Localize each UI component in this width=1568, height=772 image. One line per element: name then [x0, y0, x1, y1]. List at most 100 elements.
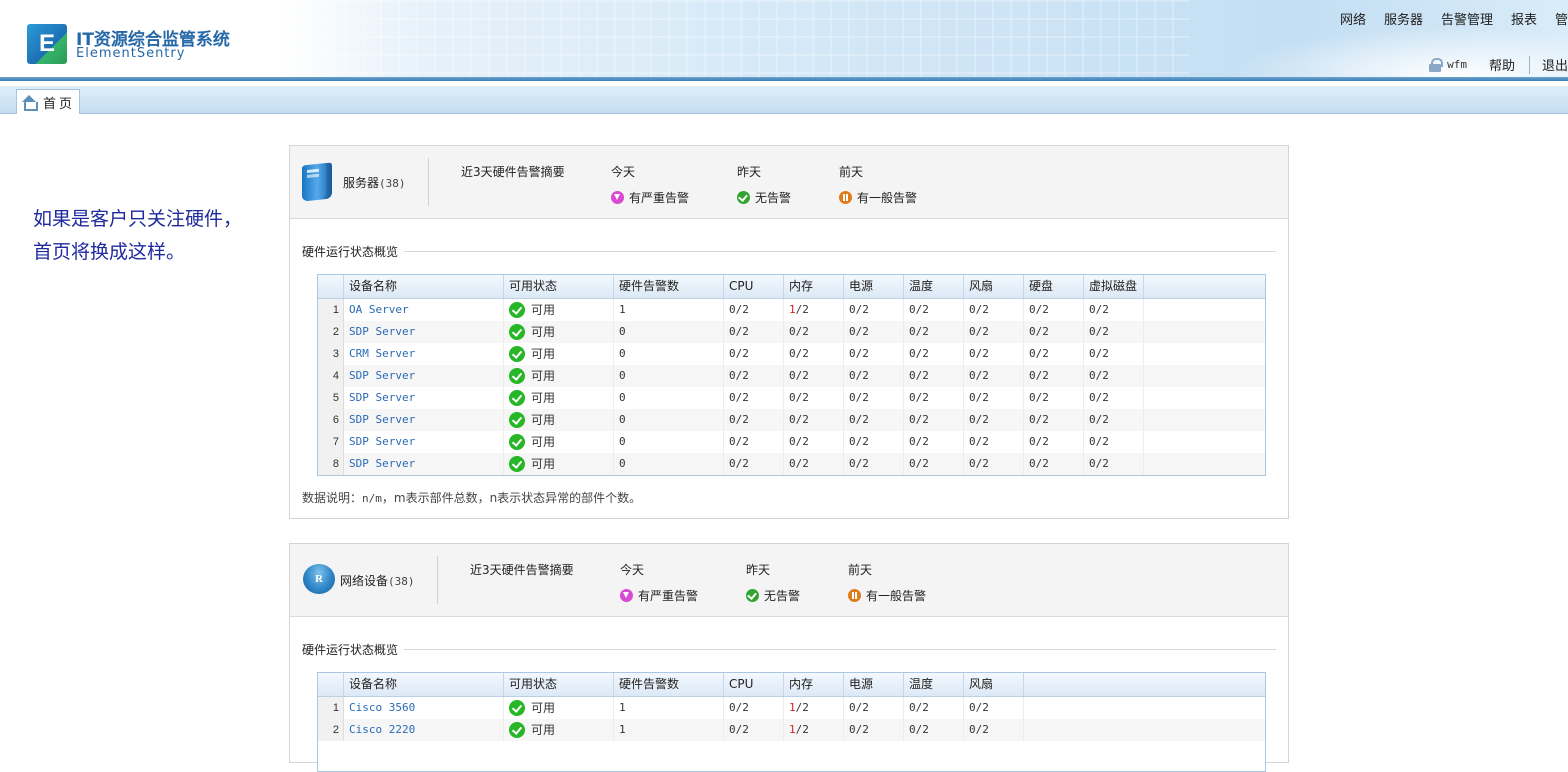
col-memory[interactable]: 内存 [784, 673, 844, 696]
metric-total-count: /2 [855, 347, 869, 360]
col-disk[interactable]: 硬盘 [1024, 275, 1084, 298]
metric-mem-cell: 0/2 [784, 321, 844, 343]
device-name-link[interactable]: Cisco 3560 [344, 697, 504, 719]
device-name-link[interactable]: CRM Server [344, 343, 504, 365]
metric-abnormal-count: 0 [969, 457, 976, 470]
metric-total-count: /2 [795, 303, 809, 316]
metric-abnormal-count: 0 [729, 391, 736, 404]
metric-total-count: /2 [975, 457, 989, 470]
metric-temp-cell: 0/2 [904, 365, 964, 387]
device-name-link[interactable]: OA Server [344, 299, 504, 321]
metric-total-count: /2 [855, 391, 869, 404]
col-fan[interactable]: 风扇 [964, 275, 1024, 298]
metric-abnormal-count: 0 [849, 723, 856, 736]
metric-fan-cell: 0/2 [964, 719, 1024, 741]
metric-abnormal-count: 0 [909, 347, 916, 360]
col-power[interactable]: 电源 [844, 275, 904, 298]
col-memory[interactable]: 内存 [784, 275, 844, 298]
table-row[interactable]: 1 Cisco 3560 可用 1 0/2 1/2 0/2 0/2 0/2 [318, 697, 1265, 719]
day-label: 前天 [848, 563, 873, 577]
row-index: 1 [318, 697, 344, 719]
metric-vdisk-cell: 0/2 [1084, 409, 1144, 431]
server-status-table: 设备名称 可用状态 硬件告警数 CPU 内存 电源 温度 风扇 硬盘 虚拟磁盘 … [317, 274, 1266, 476]
device-name-link[interactable]: SDP Server [344, 431, 504, 453]
day-status[interactable]: 有一般告警 [839, 189, 917, 206]
col-alarm-count[interactable]: 硬件告警数 [614, 673, 724, 696]
device-name-link[interactable]: SDP Server [344, 409, 504, 431]
table-row[interactable]: 7 SDP Server 可用 0 0/2 0/2 0/2 0/2 0/2 0/2 0/2 [318, 431, 1265, 453]
network-title[interactable]: 网络设备(38) [340, 572, 415, 589]
col-device-name[interactable]: 设备名称 [344, 275, 504, 298]
col-device-name[interactable]: 设备名称 [344, 673, 504, 696]
metric-cpu-cell: 0/2 [724, 321, 784, 343]
metric-fan-cell: 0/2 [964, 299, 1024, 321]
nav-servers[interactable]: 服务器 [1375, 9, 1432, 28]
device-name-link[interactable]: SDP Server [344, 453, 504, 475]
col-fan[interactable]: 风扇 [964, 673, 1024, 696]
tab-home[interactable]: 首页 [16, 89, 80, 114]
metric-abnormal-count: 0 [1029, 369, 1036, 382]
nav-admin[interactable]: 管理 [1546, 9, 1568, 28]
metric-power-cell: 0/2 [844, 719, 904, 741]
metric-total-count: /2 [735, 457, 749, 470]
table-row[interactable]: 6 SDP Server 可用 0 0/2 0/2 0/2 0/2 0/2 0/2 0/2 [318, 409, 1265, 431]
metric-power-cell: 0/2 [844, 697, 904, 719]
availability-text: 可用 [531, 413, 556, 427]
metric-total-count: /2 [795, 701, 809, 714]
nav-reports[interactable]: 报表 [1502, 9, 1546, 28]
available-check-icon [509, 390, 525, 406]
metric-fan-cell: 0/2 [964, 453, 1024, 475]
metric-abnormal-count: 0 [849, 435, 856, 448]
device-name-link[interactable]: Cisco 2220 [344, 719, 504, 741]
metric-abnormal-count: 0 [849, 303, 856, 316]
nav-alarm-management[interactable]: 告警管理 [1432, 9, 1502, 28]
table-row[interactable]: 1 OA Server 可用 1 0/2 1/2 0/2 0/2 0/2 0/2 0/2 [318, 299, 1265, 321]
alarm-summary-label: 近3天硬件告警摘要 [461, 165, 565, 179]
col-virtual-disk[interactable]: 虚拟磁盘 [1084, 275, 1144, 298]
day-status[interactable]: 无告警 [737, 189, 791, 206]
col-availability[interactable]: 可用状态 [504, 275, 614, 298]
device-name-link[interactable]: SDP Server [344, 321, 504, 343]
col-power[interactable]: 电源 [844, 673, 904, 696]
metric-abnormal-count: 0 [969, 723, 976, 736]
day-status[interactable]: 有严重告警 [620, 587, 698, 604]
username[interactable]: wfm [1447, 58, 1467, 71]
table-body: 1 OA Server 可用 1 0/2 1/2 0/2 0/2 0/2 0/2 0/2 2 SDP S… [318, 299, 1265, 475]
table-row[interactable]: 2 Cisco 2220 可用 1 0/2 1/2 0/2 0/2 0/2 [318, 719, 1265, 741]
row-index: 2 [318, 719, 344, 741]
metric-total-count: /2 [735, 701, 749, 714]
logout-link[interactable]: 退出 [1542, 55, 1568, 74]
app-header: E IT资源综合监管系统 ElementSentry 网络 服务器 告警管理 报… [0, 0, 1568, 80]
nav-network[interactable]: 网络 [1331, 9, 1375, 28]
col-temperature[interactable]: 温度 [904, 673, 964, 696]
day-status[interactable]: 有一般告警 [848, 587, 926, 604]
metric-total-count: /2 [1035, 347, 1049, 360]
metric-total-count: /2 [975, 413, 989, 426]
col-availability[interactable]: 可用状态 [504, 673, 614, 696]
col-cpu[interactable]: CPU [724, 673, 784, 696]
day-status[interactable]: 有严重告警 [611, 189, 689, 206]
help-link[interactable]: 帮助 [1489, 55, 1515, 74]
table-row[interactable]: 2 SDP Server 可用 0 0/2 0/2 0/2 0/2 0/2 0/2 0/2 [318, 321, 1265, 343]
col-temperature[interactable]: 温度 [904, 275, 964, 298]
metric-total-count: /2 [735, 723, 749, 736]
table-row[interactable]: 3 CRM Server 可用 0 0/2 0/2 0/2 0/2 0/2 0/2 0/2 [318, 343, 1265, 365]
availability-cell: 可用 [504, 453, 614, 475]
device-name-link[interactable]: SDP Server [344, 365, 504, 387]
table-row[interactable]: 8 SDP Server 可用 0 0/2 0/2 0/2 0/2 0/2 0/2 0/2 [318, 453, 1265, 475]
server-title[interactable]: 服务器(38) [343, 174, 406, 191]
metric-mem-cell: 0/2 [784, 343, 844, 365]
col-alarm-count[interactable]: 硬件告警数 [614, 275, 724, 298]
metric-cpu-cell: 0/2 [724, 409, 784, 431]
day-status[interactable]: 无告警 [746, 587, 800, 604]
table-row[interactable]: 5 SDP Server 可用 0 0/2 0/2 0/2 0/2 0/2 0/2 0/2 [318, 387, 1265, 409]
metric-total-count: /2 [915, 701, 929, 714]
day-before-yesterday: 前天 有一般告警 [848, 561, 926, 604]
table-row[interactable]: 4 SDP Server 可用 0 0/2 0/2 0/2 0/2 0/2 0/2 0/2 [318, 365, 1265, 387]
metric-abnormal-count: 1 [789, 303, 796, 316]
metric-total-count: /2 [1095, 413, 1109, 426]
device-name-link[interactable]: SDP Server [344, 387, 504, 409]
metric-cpu-cell: 0/2 [724, 697, 784, 719]
metric-abnormal-count: 0 [729, 303, 736, 316]
col-cpu[interactable]: CPU [724, 275, 784, 298]
